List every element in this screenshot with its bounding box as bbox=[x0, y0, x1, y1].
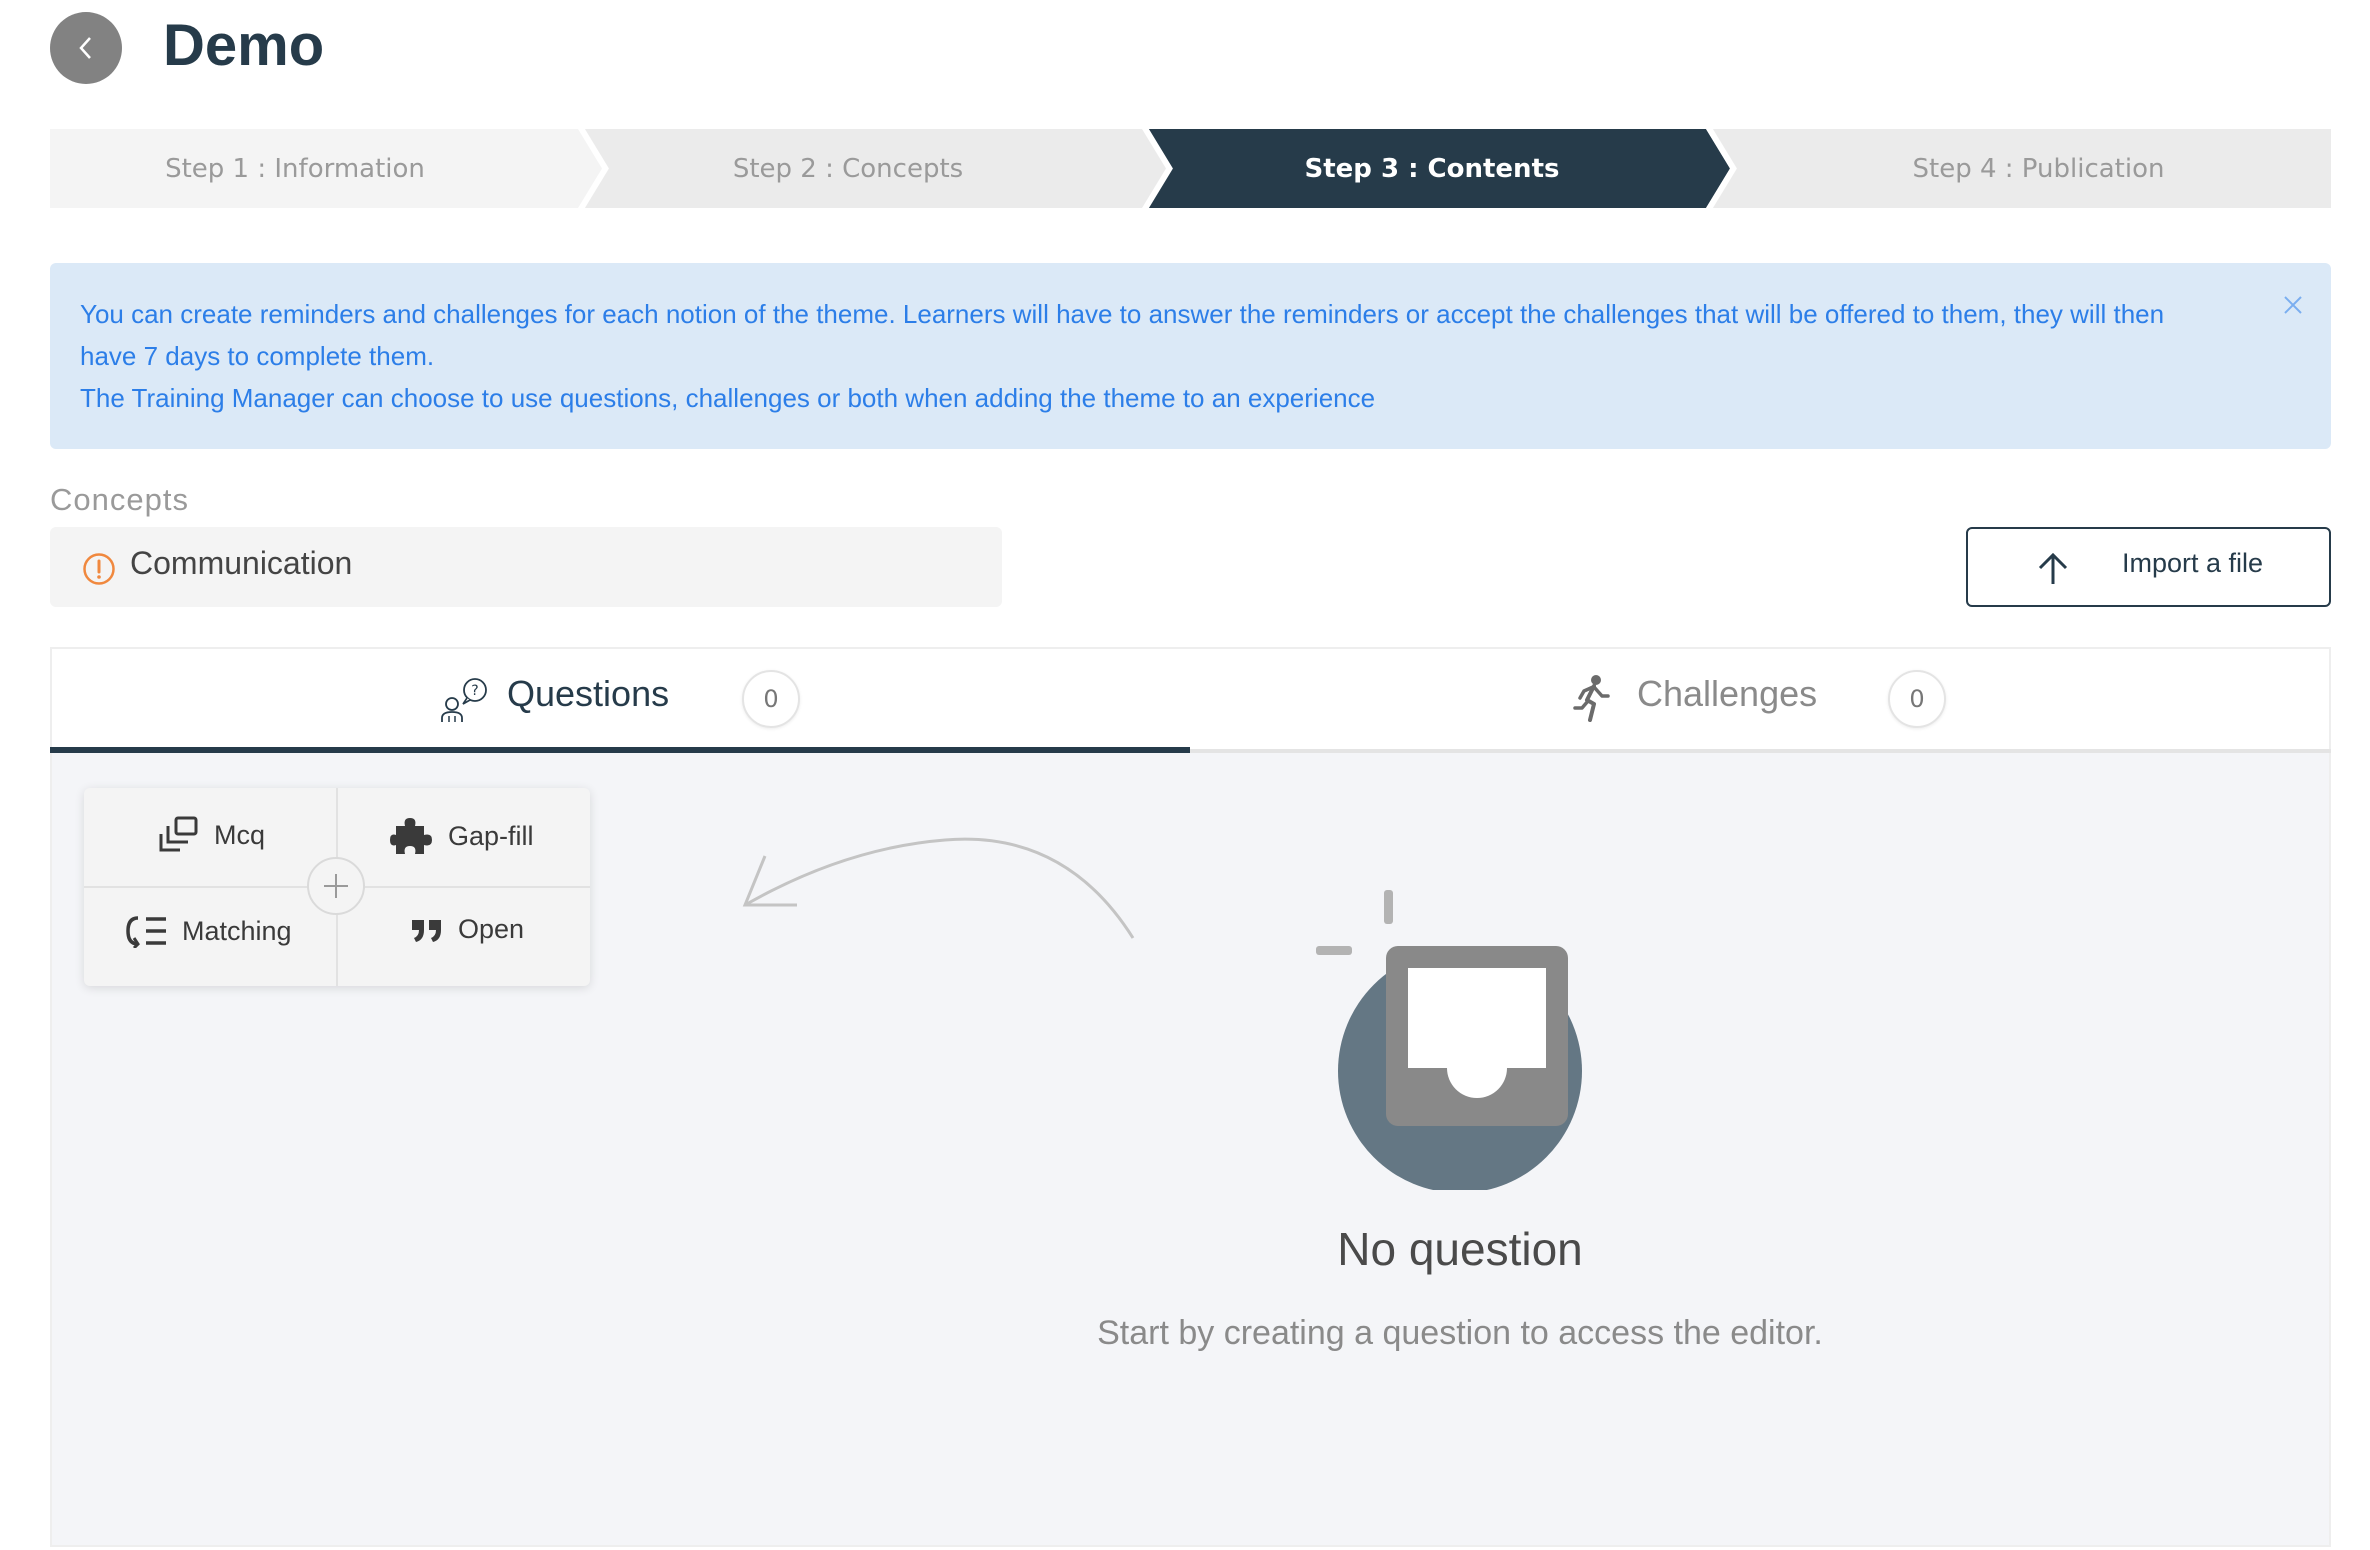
curved-arrow-icon bbox=[742, 837, 1135, 939]
running-person-icon[interactable] bbox=[1572, 674, 1612, 724]
close-icon[interactable] bbox=[2281, 293, 2305, 317]
empty-inbox-icon bbox=[1316, 890, 1582, 1190]
back-button[interactable] bbox=[50, 12, 122, 84]
puzzle-icon bbox=[390, 818, 432, 854]
concepts-label: Concepts bbox=[50, 482, 189, 517]
plus-icon bbox=[324, 874, 348, 898]
add-open-button[interactable]: Open bbox=[410, 914, 524, 945]
chevron-left-icon bbox=[79, 37, 91, 59]
info-alert: You can create reminders and challenges … bbox=[50, 263, 2331, 449]
questions-icon[interactable]: ? bbox=[437, 676, 493, 724]
svg-text:?: ? bbox=[471, 683, 478, 699]
stepper: Step 1 : Information Step 2 : Concepts S… bbox=[50, 129, 2331, 208]
challenges-count-badge: 0 bbox=[1888, 670, 1946, 728]
add-gap-fill-button[interactable]: Gap-fill bbox=[390, 814, 534, 858]
step-1-label: Step 1 : Information bbox=[165, 153, 425, 184]
alert-text-line-1: You can create reminders and challenges … bbox=[80, 299, 2165, 329]
page-title: Demo bbox=[163, 13, 325, 78]
import-file-label: Import a file bbox=[2122, 548, 2264, 578]
step-2-label: Step 2 : Concepts bbox=[732, 153, 964, 184]
picker-center-plus[interactable] bbox=[307, 857, 365, 915]
matching-label: Matching bbox=[182, 915, 292, 946]
contents-panel bbox=[50, 647, 2331, 1547]
add-mcq-button[interactable]: Mcq bbox=[158, 816, 265, 854]
tab-divider bbox=[1190, 749, 2331, 753]
mcq-label: Mcq bbox=[214, 819, 266, 850]
tab-bar bbox=[52, 649, 2329, 752]
step-3-label: Step 3 : Contents bbox=[1304, 153, 1560, 184]
step-1[interactable]: Step 1 : Information bbox=[50, 129, 650, 208]
matching-icon bbox=[126, 916, 166, 948]
arrow-up-icon bbox=[2038, 552, 2068, 584]
questions-count-badge: 0 bbox=[742, 670, 800, 728]
step-4[interactable]: Step 4 : Publication bbox=[1706, 129, 2331, 208]
add-matching-button[interactable]: Matching bbox=[126, 914, 292, 948]
tab-questions[interactable]: Questions bbox=[507, 673, 669, 715]
quote-icon bbox=[412, 919, 441, 942]
mcq-icon bbox=[159, 816, 198, 852]
concept-name: Communication bbox=[130, 545, 353, 581]
step-3[interactable]: Step 3 : Contents bbox=[1142, 129, 1742, 208]
open-label: Open bbox=[458, 914, 525, 944]
empty-state-title: No question bbox=[1337, 1223, 1583, 1275]
alert-text-line-2: have 7 days to complete them. bbox=[80, 341, 435, 371]
warning-icon bbox=[83, 553, 115, 585]
step-4-label: Step 4 : Publication bbox=[1912, 153, 2165, 184]
active-tab-indicator bbox=[50, 747, 1190, 753]
empty-state-subtitle: Start by creating a question to access t… bbox=[1097, 1314, 1823, 1352]
alert-text-line-3: The Training Manager can choose to use q… bbox=[80, 383, 1376, 413]
gap-fill-label: Gap-fill bbox=[448, 820, 534, 851]
tab-challenges[interactable]: Challenges bbox=[1637, 673, 1817, 715]
step-2[interactable]: Step 2 : Concepts bbox=[578, 129, 1178, 208]
